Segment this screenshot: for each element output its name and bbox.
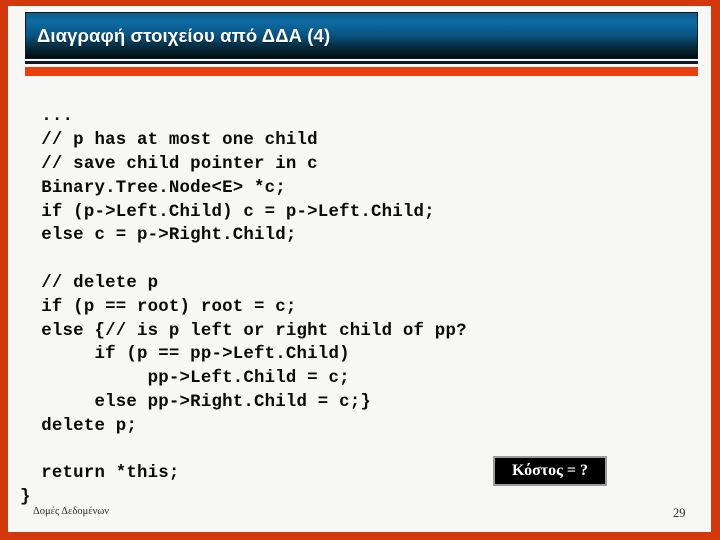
- page-title: Διαγραφή στοιχείου από ΔΔΑ (4): [37, 24, 331, 46]
- frame-border-bottom: [0, 532, 720, 540]
- footer-course-label: Δομές Δεδομένων: [33, 506, 110, 517]
- title-underline-dark: [25, 61, 698, 64]
- slide-page-number: 29: [673, 506, 686, 520]
- slide-canvas: Διαγραφή στοιχείου από ΔΔΑ (4) ... // p …: [0, 0, 720, 540]
- cost-callout-label: Κόστος = ?: [511, 462, 589, 479]
- frame-border-left: [0, 0, 8, 540]
- frame-border-right: [711, 0, 720, 540]
- slide-title-bar: Διαγραφή στοιχείου από ΔΔΑ (4): [25, 12, 698, 59]
- frame-border-top: [0, 0, 720, 6]
- code-listing: ... // p has at most one child // save c…: [20, 107, 467, 508]
- cost-callout-box: Κόστος = ?: [493, 456, 607, 486]
- title-underline-accent: [25, 67, 698, 76]
